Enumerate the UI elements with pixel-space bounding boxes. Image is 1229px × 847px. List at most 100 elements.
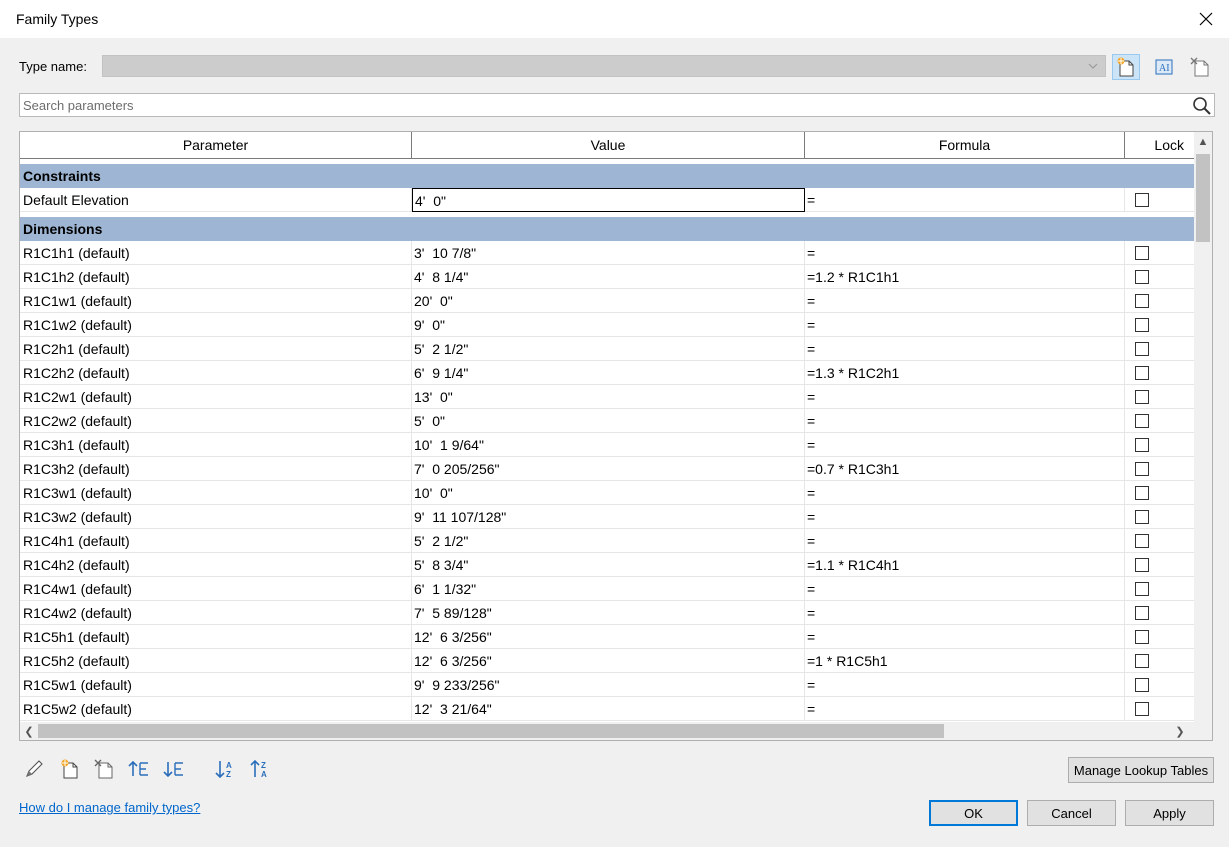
move-down-button[interactable]: [161, 756, 187, 782]
table-row[interactable]: R1C2w2 (default) 5' 0" =: [20, 409, 1194, 433]
formula-field[interactable]: =0.7 * R1C3h1: [805, 457, 1125, 481]
table-row[interactable]: R1C5h2 (default) 12' 6 3/256" =1 * R1C5h…: [20, 649, 1194, 673]
formula-field[interactable]: =: [805, 409, 1125, 433]
table-row[interactable]: R1C5h1 (default) 12' 6 3/256" =: [20, 625, 1194, 649]
value-field[interactable]: 6' 9 1/4": [412, 361, 805, 385]
value-field[interactable]: 7' 5 89/128": [412, 601, 805, 625]
new-type-button[interactable]: [1112, 54, 1140, 80]
value-field[interactable]: 9' 9 233/256": [412, 673, 805, 697]
value-field[interactable]: 5' 2 1/2": [412, 529, 805, 553]
formula-field[interactable]: =: [805, 577, 1125, 601]
cancel-button[interactable]: Cancel: [1027, 800, 1116, 826]
lock-checkbox[interactable]: [1135, 318, 1149, 332]
formula-field[interactable]: =: [805, 385, 1125, 409]
header-parameter[interactable]: Parameter: [20, 132, 412, 159]
lock-checkbox[interactable]: [1135, 678, 1149, 692]
table-row[interactable]: R1C4h1 (default) 5' 2 1/2" =: [20, 529, 1194, 553]
formula-field[interactable]: =: [805, 601, 1125, 625]
group-header-constraints[interactable]: Constraints: [20, 164, 1194, 188]
close-button[interactable]: [1188, 4, 1224, 34]
lock-checkbox[interactable]: [1135, 606, 1149, 620]
table-row[interactable]: R1C2w1 (default) 13' 0" =: [20, 385, 1194, 409]
lock-checkbox[interactable]: [1135, 462, 1149, 476]
vertical-scrollbar[interactable]: ▲: [1194, 132, 1212, 722]
value-field[interactable]: 7' 0 205/256": [412, 457, 805, 481]
apply-button[interactable]: Apply: [1125, 800, 1214, 826]
lock-checkbox[interactable]: [1135, 534, 1149, 548]
formula-field[interactable]: =1 * R1C5h1: [805, 649, 1125, 673]
value-field[interactable]: 13' 0": [412, 385, 805, 409]
table-row[interactable]: R1C2h2 (default) 6' 9 1/4" =1.3 * R1C2h1: [20, 361, 1194, 385]
manage-lookup-tables-button[interactable]: Manage Lookup Tables: [1068, 757, 1214, 783]
table-row[interactable]: R1C4w1 (default) 6' 1 1/32" =: [20, 577, 1194, 601]
formula-field[interactable]: =: [805, 625, 1125, 649]
value-field[interactable]: 5' 0": [412, 409, 805, 433]
value-field[interactable]: 20' 0": [412, 289, 805, 313]
lock-checkbox[interactable]: [1135, 630, 1149, 644]
table-row[interactable]: R1C3w2 (default) 9' 11 107/128" =: [20, 505, 1194, 529]
lock-checkbox[interactable]: [1135, 510, 1149, 524]
search-icon[interactable]: [1192, 96, 1212, 119]
lock-checkbox[interactable]: [1135, 558, 1149, 572]
formula-field[interactable]: =1.1 * R1C4h1: [805, 553, 1125, 577]
help-link[interactable]: How do I manage family types?: [19, 800, 200, 815]
table-row[interactable]: Default Elevation 4' 0" =: [20, 188, 1194, 212]
value-field[interactable]: 6' 1 1/32": [412, 577, 805, 601]
lock-checkbox[interactable]: [1135, 702, 1149, 716]
value-field[interactable]: 9' 11 107/128": [412, 505, 805, 529]
value-field[interactable]: 12' 3 21/64": [412, 697, 805, 721]
formula-field[interactable]: =: [805, 505, 1125, 529]
new-parameter-button[interactable]: [56, 756, 82, 782]
sort-descending-button[interactable]: Z A: [248, 756, 274, 782]
formula-field[interactable]: =1.3 * R1C2h1: [805, 361, 1125, 385]
scroll-up-icon[interactable]: ▲: [1195, 134, 1211, 150]
value-field[interactable]: 12' 6 3/256": [412, 625, 805, 649]
formula-field[interactable]: =: [805, 289, 1125, 313]
table-row[interactable]: R1C1w2 (default) 9' 0" =: [20, 313, 1194, 337]
formula-field[interactable]: =: [805, 481, 1125, 505]
group-header-dimensions[interactable]: Dimensions: [20, 217, 1194, 241]
value-field[interactable]: 9' 0": [412, 313, 805, 337]
type-name-dropdown[interactable]: [102, 55, 1106, 77]
scroll-right-icon[interactable]: ❯: [1172, 723, 1188, 739]
value-field[interactable]: 4' 0": [412, 188, 805, 212]
delete-type-button[interactable]: [1186, 54, 1214, 80]
header-value[interactable]: Value: [412, 132, 805, 159]
value-field[interactable]: 10' 0": [412, 481, 805, 505]
formula-field[interactable]: =: [805, 241, 1125, 265]
table-row[interactable]: R1C1h1 (default) 3' 10 7/8" =: [20, 241, 1194, 265]
lock-checkbox[interactable]: [1135, 294, 1149, 308]
lock-checkbox[interactable]: [1135, 246, 1149, 260]
header-formula[interactable]: Formula: [805, 132, 1125, 159]
formula-field[interactable]: =: [805, 188, 1125, 212]
value-field[interactable]: 3' 10 7/8": [412, 241, 805, 265]
formula-field[interactable]: =1.2 * R1C1h1: [805, 265, 1125, 289]
table-row[interactable]: R1C4h2 (default) 5' 8 3/4" =1.1 * R1C4h1: [20, 553, 1194, 577]
formula-field[interactable]: =: [805, 529, 1125, 553]
table-row[interactable]: R1C5w2 (default) 12' 3 21/64" =: [20, 697, 1194, 721]
formula-field[interactable]: =: [805, 337, 1125, 361]
table-row[interactable]: R1C2h1 (default) 5' 2 1/2" =: [20, 337, 1194, 361]
value-field[interactable]: 5' 2 1/2": [412, 337, 805, 361]
table-row[interactable]: R1C3w1 (default) 10' 0" =: [20, 481, 1194, 505]
formula-field[interactable]: =: [805, 433, 1125, 457]
lock-checkbox[interactable]: [1135, 582, 1149, 596]
table-row[interactable]: R1C3h2 (default) 7' 0 205/256" =0.7 * R1…: [20, 457, 1194, 481]
value-field[interactable]: 10' 1 9/64": [412, 433, 805, 457]
lock-checkbox[interactable]: [1135, 414, 1149, 428]
sort-ascending-button[interactable]: A Z: [213, 756, 239, 782]
vertical-scroll-thumb[interactable]: [1196, 154, 1210, 242]
value-field[interactable]: 5' 8 3/4": [412, 553, 805, 577]
table-row[interactable]: R1C1w1 (default) 20' 0" =: [20, 289, 1194, 313]
lock-checkbox[interactable]: [1135, 342, 1149, 356]
delete-parameter-button[interactable]: [91, 756, 117, 782]
lock-checkbox[interactable]: [1135, 193, 1149, 207]
formula-field[interactable]: =: [805, 697, 1125, 721]
formula-field[interactable]: =: [805, 673, 1125, 697]
rename-type-button[interactable]: AI: [1150, 54, 1178, 80]
value-field[interactable]: 12' 6 3/256": [412, 649, 805, 673]
search-input[interactable]: [23, 96, 1183, 114]
table-row[interactable]: R1C5w1 (default) 9' 9 233/256" =: [20, 673, 1194, 697]
lock-checkbox[interactable]: [1135, 486, 1149, 500]
ok-button[interactable]: OK: [929, 800, 1018, 826]
